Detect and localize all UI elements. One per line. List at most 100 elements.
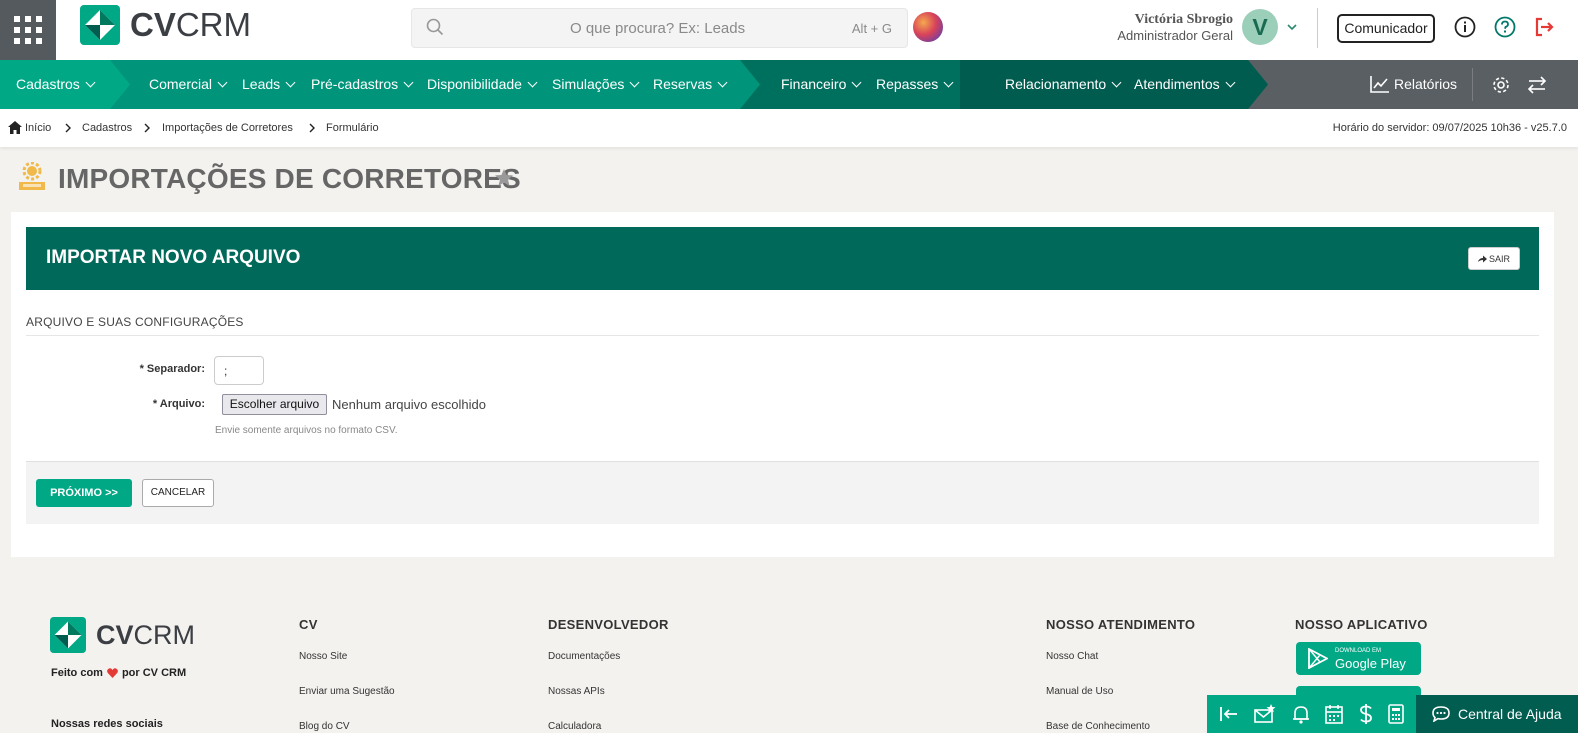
form-actions: PRÓXIMO >> CANCELAR xyxy=(26,461,1539,524)
required-mark: * xyxy=(152,398,158,410)
divider xyxy=(1472,68,1473,101)
home-icon[interactable] xyxy=(8,121,22,134)
logo-text: CVCRM xyxy=(96,619,196,650)
user-name: Victória Sbrogio xyxy=(1134,12,1233,27)
user-role: Administrador Geral xyxy=(1117,28,1233,43)
search-placeholder: O que procura? Ex: Leads xyxy=(570,20,746,37)
play-store-icon xyxy=(1308,648,1328,669)
google-play-button[interactable]: DOWNLOAD EM Google Play xyxy=(1296,642,1421,675)
mail-star-icon[interactable] xyxy=(1254,704,1276,724)
user-info[interactable]: Victória Sbrogio Administrador Geral xyxy=(1117,12,1233,44)
star-icon[interactable] xyxy=(494,168,514,188)
footer-link[interactable]: Documentações xyxy=(548,651,620,662)
top-header: CVCRM O que procura? Ex: Leads Alt + G V… xyxy=(0,0,1578,60)
nav-item-leads[interactable]: Leads xyxy=(242,60,294,109)
separator-label: * Separador: xyxy=(139,363,205,375)
logo-text: CVCRM xyxy=(130,6,251,43)
chevron-right-icon xyxy=(65,123,71,133)
avatar[interactable]: V xyxy=(1242,9,1278,45)
cancel-button[interactable]: CANCELAR xyxy=(142,479,214,507)
section-title: ARQUIVO E SUAS CONFIGURAÇÕES xyxy=(26,315,244,329)
chat-bubble-icon xyxy=(1432,706,1450,722)
footer-col-title-support: NOSSO ATENDIMENTO xyxy=(1046,617,1196,632)
footer-col-title-dev: DESENVOLVEDOR xyxy=(548,617,669,632)
nav-item-comercial[interactable]: Comercial xyxy=(149,60,226,109)
help-center-label: Central de Ajuda xyxy=(1458,706,1562,722)
cvcrm-logo-icon xyxy=(80,5,120,45)
footer-link[interactable]: Nossas APIs xyxy=(548,686,605,697)
exit-label: SAIR xyxy=(1488,253,1510,264)
import-form-card: IMPORTAR NOVO ARQUIVO SAIR ARQUIVO E SUA… xyxy=(11,212,1554,557)
calculator-icon[interactable] xyxy=(1388,704,1405,724)
required-mark: * xyxy=(139,363,144,375)
ai-assistant-icon[interactable] xyxy=(913,12,943,42)
divider xyxy=(1317,8,1318,48)
footer-link[interactable]: Enviar uma Sugestão xyxy=(299,686,395,697)
nav-item-pre-cadastros[interactable]: Pré-cadastros xyxy=(311,60,412,109)
communicator-button[interactable]: Comunicador xyxy=(1337,14,1435,43)
next-button[interactable]: PRÓXIMO >> xyxy=(36,479,132,507)
help-icon[interactable] xyxy=(1494,16,1516,38)
form-banner: IMPORTAR NOVO ARQUIVO SAIR xyxy=(26,227,1539,290)
bottom-toolbar xyxy=(1207,695,1416,733)
bell-icon[interactable] xyxy=(1292,704,1310,724)
main-nav: Cadastros Comercial Leads Pré-cadastros … xyxy=(0,60,1578,109)
divider xyxy=(26,335,1539,336)
chart-line-icon xyxy=(1370,76,1389,93)
social-title: Nossas redes sociais xyxy=(51,718,163,730)
logout-icon[interactable] xyxy=(1533,16,1555,38)
form-title: IMPORTAR NOVO ARQUIVO xyxy=(46,247,301,268)
server-time: Horário do servidor: 09/07/2025 10h36 - … xyxy=(1332,122,1567,134)
cvcrm-logo[interactable]: CVCRM xyxy=(80,5,251,45)
collapse-left-icon[interactable] xyxy=(1219,705,1239,723)
nav-item-atendimentos[interactable]: Atendimentos xyxy=(1134,60,1234,109)
nav-item-reservas[interactable]: Reservas xyxy=(653,60,726,109)
chevron-down-icon[interactable] xyxy=(1286,22,1298,32)
chevron-right-icon xyxy=(309,123,315,133)
global-search[interactable]: O que procura? Ex: Leads Alt + G xyxy=(411,8,908,48)
footer-link[interactable]: Nosso Site xyxy=(299,651,347,662)
nav-item-financeiro[interactable]: Financeiro xyxy=(781,60,860,109)
nav-item-relacionamento[interactable]: Relacionamento xyxy=(1005,60,1120,109)
choose-file-button[interactable]: Escolher arquivo xyxy=(222,394,327,415)
footer-link[interactable]: Base de Conhecimento xyxy=(1046,721,1150,732)
footer-col-title-app: NOSSO APLICATIVO xyxy=(1295,617,1428,632)
footer-link[interactable]: Blog do CV xyxy=(299,721,350,732)
made-with-love: Feito com por CV CRM xyxy=(51,667,187,679)
page-icon xyxy=(19,162,45,190)
info-icon[interactable] xyxy=(1454,16,1476,38)
share-arrow-icon xyxy=(1477,255,1487,262)
cvcrm-logo-icon xyxy=(50,617,86,653)
exit-button[interactable]: SAIR xyxy=(1468,247,1520,270)
search-shortcut: Alt + G xyxy=(851,21,892,36)
dollar-icon[interactable] xyxy=(1359,703,1373,725)
breadcrumb-home[interactable]: Início xyxy=(25,122,51,134)
chevron-right-icon xyxy=(144,123,150,133)
nav-item-cadastros[interactable]: Cadastros xyxy=(16,60,94,109)
nav-item-disponibilidade[interactable]: Disponibilidade xyxy=(427,60,536,109)
footer-link[interactable]: Nosso Chat xyxy=(1046,651,1098,662)
breadcrumb: Início Cadastros Importações de Corretor… xyxy=(0,109,1578,147)
gear-icon[interactable] xyxy=(1491,75,1511,95)
nav-item-repasses[interactable]: Repasses xyxy=(876,60,952,109)
separator-input[interactable]: ; xyxy=(214,356,264,385)
page-title: IMPORTAÇÕES DE CORRETORES xyxy=(58,163,521,194)
swap-icon[interactable] xyxy=(1527,75,1547,95)
nav-item-relatorios[interactable]: Relatórios xyxy=(1394,60,1457,109)
calendar-icon[interactable] xyxy=(1325,704,1344,724)
help-center-button[interactable]: Central de Ajuda xyxy=(1416,695,1578,733)
file-status: Nenhum arquivo escolhido xyxy=(332,397,486,412)
breadcrumb-importacoes[interactable]: Importações de Corretores xyxy=(162,122,293,134)
google-play-label: Google Play xyxy=(1335,656,1406,671)
breadcrumb-formulario: Formulário xyxy=(326,122,379,134)
search-icon xyxy=(426,18,444,36)
breadcrumb-cadastros[interactable]: Cadastros xyxy=(82,122,132,134)
footer-logo[interactable]: CVCRM xyxy=(50,617,195,653)
file-hint: Envie somente arquivos no formato CSV. xyxy=(215,425,398,436)
file-label: * Arquivo: xyxy=(152,398,205,410)
footer-link[interactable]: Manual de Uso xyxy=(1046,686,1113,697)
footer-link[interactable]: Calculadora xyxy=(548,721,601,732)
apps-grid-icon[interactable] xyxy=(0,0,56,60)
google-play-small: DOWNLOAD EM xyxy=(1335,648,1382,654)
nav-item-simulacoes[interactable]: Simulações xyxy=(552,60,638,109)
